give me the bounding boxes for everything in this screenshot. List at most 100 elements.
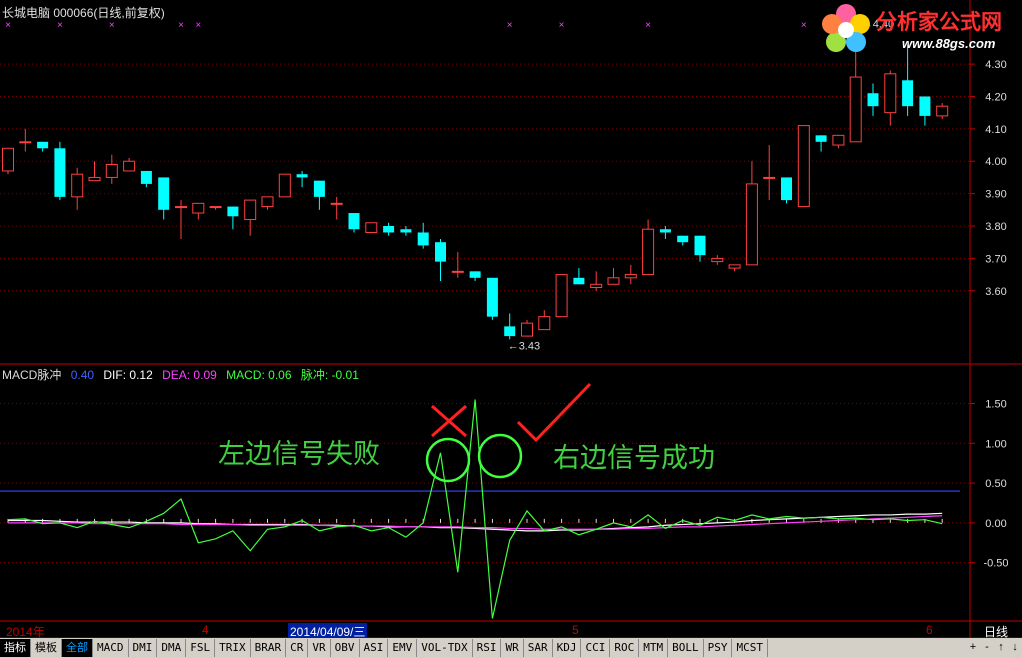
tab-kdj[interactable]: KDJ (553, 639, 582, 657)
window-title: 长城电脑 000066(日线,前复权) (2, 6, 165, 20)
tab-macd[interactable]: MACD (93, 639, 129, 657)
candle-body (538, 316, 551, 331)
zoom-out-button[interactable]: - (980, 638, 994, 658)
tab-dmi[interactable]: DMI (129, 639, 158, 657)
tab-trix[interactable]: TRIX (215, 639, 251, 657)
tab-dma[interactable]: DMA (157, 639, 187, 657)
tab-vol-tdx[interactable]: VOL-TDX (417, 639, 473, 657)
candle-body (37, 141, 49, 149)
scroll-down-button[interactable]: ↓ (1008, 638, 1022, 658)
tab-wr[interactable]: WR (501, 639, 524, 657)
candle (797, 125, 810, 208)
price-tick-label: 3.90 (985, 189, 1006, 201)
candle (88, 161, 101, 182)
candle (745, 161, 758, 266)
tab-vr[interactable]: VR (308, 639, 331, 657)
tab-asi[interactable]: ASI (360, 639, 389, 657)
success-check-icon (516, 382, 592, 443)
candle-body (296, 174, 308, 178)
candle-body (330, 202, 343, 205)
candle-body (936, 105, 949, 117)
candle-body (175, 206, 187, 209)
scroll-up-button[interactable]: ↑ (994, 638, 1008, 658)
candle-body (400, 229, 412, 233)
candle (105, 154, 118, 184)
candle-body (54, 148, 66, 197)
candle (711, 255, 724, 265)
indicator-tab-bar: 指标 模板 全部 MACD DMI DMA FSL TRIX BRAR CR VR OBV ASI EMV… (0, 638, 1022, 658)
price-tick-label: 4.30 (985, 59, 1006, 71)
candle-body (365, 222, 378, 233)
candle-body (919, 96, 931, 116)
stock-chart-canvas[interactable]: 3.603.703.803.904.004.104.204.30-0.500.0… (0, 0, 1022, 658)
candle-body (278, 173, 291, 198)
zoom-in-button[interactable]: + (966, 638, 980, 658)
candle-body (624, 274, 637, 279)
candle (607, 268, 620, 285)
candle-body (88, 176, 101, 182)
candle-body (745, 183, 758, 266)
date-month-5: 5 (572, 623, 579, 637)
price-tick-label: 3.60 (985, 286, 1006, 298)
candle (486, 277, 498, 320)
candle (244, 199, 257, 236)
candle (659, 226, 671, 239)
candle-body (2, 147, 14, 172)
tab-boll[interactable]: BOLL (668, 639, 704, 657)
tab-psy[interactable]: PSY (704, 639, 733, 657)
candle (451, 251, 464, 278)
candle (435, 238, 446, 282)
candle-body (677, 235, 689, 243)
tab-rsi[interactable]: RSI (473, 639, 502, 657)
candle (919, 96, 931, 126)
candle (175, 200, 187, 239)
tab-brar[interactable]: BRAR (251, 639, 287, 657)
macd-tick-label: 0.50 (985, 478, 1006, 490)
candle-body (140, 170, 152, 184)
logo-brand: 分析家公式网 (876, 10, 1002, 34)
tab-指标[interactable]: 指标 (0, 639, 31, 657)
tab-fsl[interactable]: FSL (186, 639, 216, 657)
candle (867, 83, 879, 116)
macd-tick-label: 1.50 (985, 398, 1006, 410)
candle-body (590, 283, 603, 289)
tab-roc[interactable]: ROC (610, 639, 640, 657)
signal-marker: × (559, 20, 565, 31)
tab-全部[interactable]: 全部 (62, 639, 93, 657)
candle (2, 147, 14, 175)
candle (573, 268, 585, 285)
signal-marker: × (195, 20, 201, 31)
candle-body (832, 134, 845, 146)
candle (555, 274, 568, 318)
candle-body (728, 264, 741, 269)
candle-body (711, 257, 724, 263)
tab-cci[interactable]: CCI (581, 639, 611, 657)
candle (296, 170, 308, 188)
candle-body (763, 176, 776, 179)
date-month-6: 6 (926, 623, 933, 637)
candle-body (521, 322, 533, 337)
pulse-line (7, 399, 943, 619)
candle-body (451, 270, 464, 273)
fail-cross-icon (431, 404, 467, 438)
indicator-name[interactable]: MACD脉冲 (2, 368, 61, 382)
candle (37, 141, 49, 152)
tab-sar[interactable]: SAR (524, 639, 553, 657)
candle (781, 177, 792, 204)
candle (642, 219, 655, 276)
candle (728, 264, 741, 272)
tab-obv[interactable]: OBV (331, 639, 360, 657)
tab-emv[interactable]: EMV (388, 639, 418, 657)
candle (469, 271, 481, 282)
candle (261, 196, 274, 210)
candle-body (504, 326, 516, 337)
macd-tick-label: 0.00 (985, 518, 1006, 530)
candle-body (71, 173, 84, 198)
tab-模板[interactable]: 模板 (31, 639, 62, 657)
tab-cr[interactable]: CR (286, 639, 309, 657)
tab-mtm[interactable]: MTM (639, 639, 669, 657)
tab-mcst[interactable]: MCST (732, 639, 768, 657)
candle (71, 167, 84, 210)
candle (383, 222, 395, 236)
macd-tick-label: -0.50 (983, 558, 1008, 570)
